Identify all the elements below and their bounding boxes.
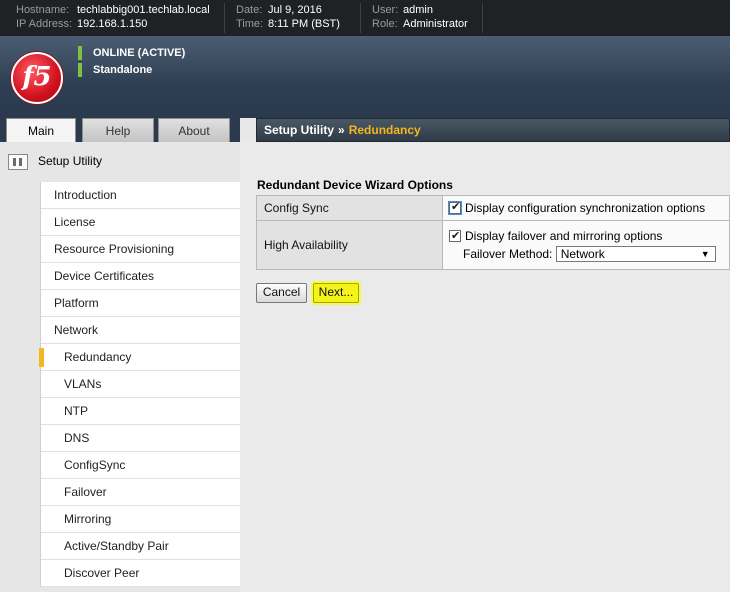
high-availability-label: High Availability [256, 220, 443, 270]
divider [224, 3, 225, 33]
nav-item-failover[interactable]: Failover [41, 479, 240, 506]
failover-method-value: Network [560, 247, 605, 262]
main-content: Redundant Device Wizard Options Config S… [240, 142, 730, 592]
nav-title-label: Setup Utility [38, 154, 103, 168]
ha-option-label[interactable]: Display failover and mirroring options [465, 229, 662, 243]
nav-item-mirroring[interactable]: Mirroring [41, 506, 240, 533]
breadcrumb-separator: » [338, 123, 345, 137]
nav-item-dns[interactable]: DNS [41, 425, 240, 452]
nav-item-network[interactable]: Network [41, 317, 240, 344]
high-availability-cell: Display failover and mirroring options F… [442, 220, 730, 270]
nav-item-redundancy[interactable]: Redundancy [39, 344, 240, 371]
f5-logo[interactable]: f5 [11, 52, 63, 104]
table-row: Config Sync Display configuration synchr… [256, 195, 730, 221]
nav-item-ntp[interactable]: NTP [41, 398, 240, 425]
ha-checkbox[interactable] [449, 228, 461, 245]
user-label: User: [372, 4, 399, 16]
tab-help[interactable]: Help [82, 118, 154, 142]
device-status: ONLINE (ACTIVE) Standalone [78, 46, 185, 80]
status-mode: Standalone [78, 63, 185, 77]
nav-item-active-standby-pair[interactable]: Active/Standby Pair [41, 533, 240, 560]
config-sync-cell: Display configuration synchronization op… [442, 195, 730, 221]
left-nav: Setup Utility Introduction License Resou… [0, 142, 240, 592]
setup-utility-icon [8, 153, 28, 170]
breadcrumb-current: Redundancy [348, 123, 421, 137]
nav-item-device-certificates[interactable]: Device Certificates [41, 263, 240, 290]
status-online: ONLINE (ACTIVE) [78, 46, 185, 60]
user-value: admin [403, 4, 433, 16]
nav-item-vlans[interactable]: VLANs [41, 371, 240, 398]
config-sync-checkbox[interactable] [448, 200, 462, 215]
cancel-button[interactable]: Cancel [256, 283, 307, 303]
main-tabs: Main Help About [0, 118, 240, 142]
breadcrumb-parent[interactable]: Setup Utility [264, 123, 334, 137]
tab-about[interactable]: About [158, 118, 230, 142]
user-info: User: admin Role: Administrator [372, 3, 468, 31]
breadcrumb: Setup Utility » Redundancy [256, 118, 730, 142]
role-value: Administrator [403, 18, 468, 30]
nav-title[interactable]: Setup Utility [8, 152, 102, 170]
datetime-info: Date: Jul 9, 2016 Time: 8:11 PM (BST) [236, 3, 340, 31]
divider [482, 3, 483, 33]
ip-label: IP Address: [16, 18, 73, 30]
divider [360, 3, 361, 33]
ip-value: 192.168.1.150 [77, 18, 148, 30]
failover-method-select[interactable]: Network ▼ [555, 246, 716, 263]
chevron-down-icon: ▼ [700, 249, 710, 260]
role-label: Role: [372, 18, 398, 30]
nav-item-license[interactable]: License [41, 209, 240, 236]
hostname-label: Hostname: [16, 4, 70, 16]
section-title: Redundant Device Wizard Options [257, 178, 453, 192]
failover-method-row: Failover Method: Network ▼ [449, 245, 729, 263]
nav-item-resource-provisioning[interactable]: Resource Provisioning [41, 236, 240, 263]
host-info: Hostname: techlabbig001.techlab.local IP … [16, 3, 210, 31]
config-sync-option-label[interactable]: Display configuration synchronization op… [465, 201, 705, 215]
next-button[interactable]: Next... [313, 283, 359, 303]
table-row: High Availability Display failover and m… [256, 220, 730, 270]
hostname-value: techlabbig001.techlab.local [77, 4, 210, 16]
nav-item-introduction[interactable]: Introduction [41, 182, 240, 209]
ha-option-row: Display failover and mirroring options [449, 228, 729, 245]
config-sync-label: Config Sync [256, 195, 443, 221]
nav-item-configsync[interactable]: ConfigSync [41, 452, 240, 479]
time-label: Time: [236, 18, 264, 30]
options-table: Config Sync Display configuration synchr… [256, 195, 730, 270]
tab-main[interactable]: Main [6, 118, 76, 142]
date-value: Jul 9, 2016 [268, 4, 322, 16]
time-value: 8:11 PM (BST) [268, 18, 340, 30]
nav-list: Introduction License Resource Provisioni… [39, 182, 240, 587]
banner: f5 ONLINE (ACTIVE) Standalone [0, 36, 730, 118]
date-label: Date: [236, 4, 263, 16]
top-info-bar: Hostname: techlabbig001.techlab.local IP … [0, 0, 730, 36]
nav-item-platform[interactable]: Platform [41, 290, 240, 317]
failover-method-label: Failover Method: [463, 246, 553, 261]
nav-item-discover-peer[interactable]: Discover Peer [41, 560, 240, 587]
